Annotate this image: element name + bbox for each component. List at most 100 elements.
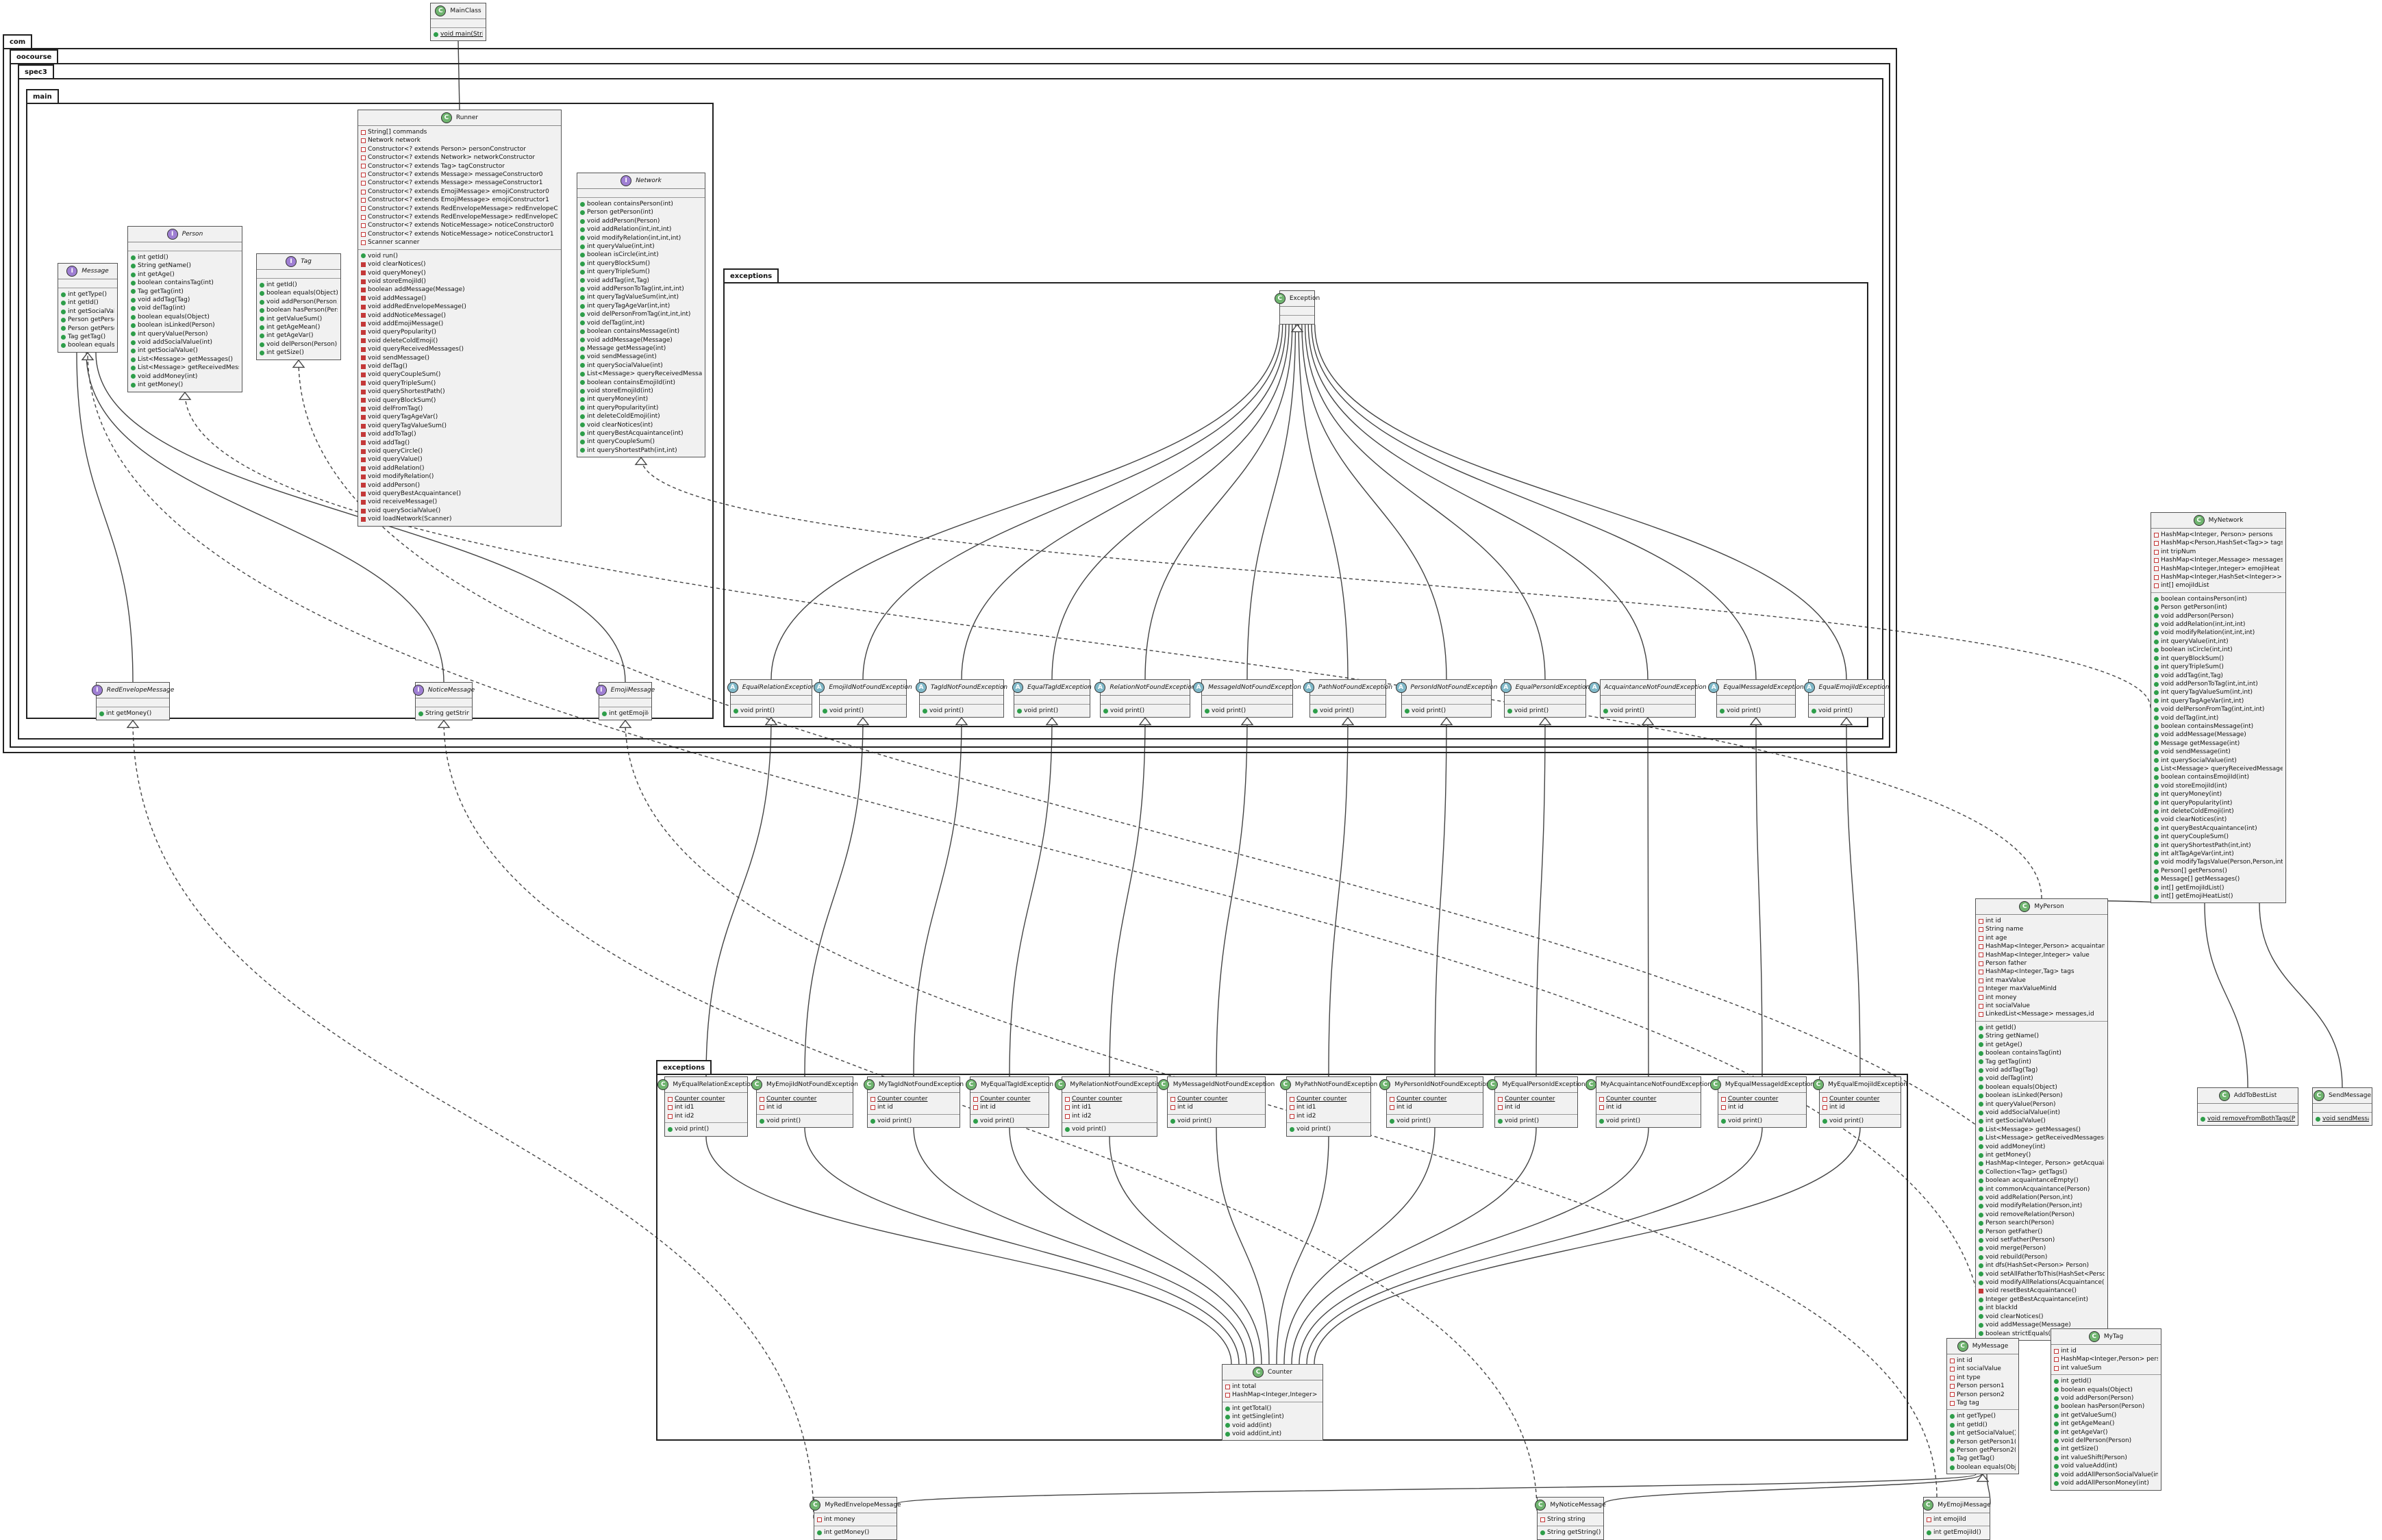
class-tag-id-not-found-exception[interactable]: A TagIdNotFoundException void print() [915,679,1007,718]
class-my-equal-emoji-id-exception[interactable]: C MyEqualEmojiIdException Counter counter i… [1813,1076,1907,1128]
member-signature: Message getMessage(int) [587,344,666,352]
class-my-network[interactable]: C MyNetwork HashMap<Integer, Person> perso… [2151,512,2286,904]
public-visibility-icon [61,309,66,314]
member: void queryMoney() [361,269,558,277]
class-name: MyEqualTagIdException [980,1081,1054,1088]
private-visibility-icon [760,1105,764,1111]
class-message[interactable]: I Message int getType() int getId() int getS… [58,263,118,353]
public-visibility-icon [1225,1406,1230,1411]
public-visibility-icon [260,282,264,288]
class-my-acquaintance-not-found-exception[interactable]: C MyAcquaintanceNotFoundException Counter … [1585,1076,1712,1128]
member-signature: Counter counter [1296,1096,1347,1102]
class-person-id-not-found-exception[interactable]: A PersonIdNotFoundException void print() [1395,679,1497,718]
class-relation-not-found-exception[interactable]: A RelationNotFoundException void print() [1094,679,1196,718]
class-notice-message[interactable]: INoticeMessage String getString() [412,682,475,721]
member: void removeFromBothTags(Person,Person,Ne… [2201,1115,2295,1123]
class-my-person[interactable]: C MyPerson int id String name int age HashMap… [1975,898,2108,1341]
class-acquaintance-not-found-exception[interactable]: A AcquaintanceNotFoundException void print… [1589,679,1707,718]
public-visibility-icon [580,218,585,224]
public-visibility-icon [131,323,136,328]
class-equal-relation-exception[interactable]: A EqualRelationException void print() [727,679,815,718]
member: void addTag(Tag) [1979,1066,2105,1074]
class-counter[interactable]: C Counter int total HashMap<Integer,Integer… [1222,1364,1323,1441]
public-visibility-icon [580,440,585,445]
class-my-message[interactable]: C MyMessage int id int socialValue int type P… [1946,1338,2019,1475]
class-my-message-id-not-found-exception[interactable]: C MyMessageIdNotFoundException Counter cou… [1157,1076,1275,1128]
class-exception[interactable]: C Exception [1274,290,1320,325]
class-name: Network [636,177,662,184]
public-visibility-icon [580,320,585,326]
member-signature: Constructor<? extends NoticeMessage> not… [368,222,554,229]
class-equal-message-id-exception[interactable]: A EqualMessageIdException void print() [1708,679,1804,718]
member-signature: void add(int,int) [1232,1430,1282,1438]
member: void sendMessage(int) [2154,748,2283,756]
class-my-emoji-message[interactable]: C MyEmojiMessage int emojiId int getEmojiId… [1922,1497,1991,1540]
member: boolean hasPerson(Person) [2054,1402,2158,1411]
class-my-equal-relation-exception[interactable]: C MyEqualRelationException Counter counter… [657,1076,755,1137]
class-kind-icon: C [965,1079,977,1090]
methods-section: int getMoney() [97,707,169,720]
member: void delTag() [361,362,558,370]
class-tag[interactable]: I Tag int getId() boolean equals(Object) voi… [256,253,341,360]
member-signature: LinkedList<Message> messages,id [1985,1011,2094,1018]
class-emoji-message[interactable]: IEmojiMessage int getEmojiId() [595,682,655,721]
member-signature: Constructor<? extends Person> personCons… [368,145,527,153]
member: int id [760,1103,850,1111]
private-visibility-icon [1822,1105,1827,1111]
class-my-red-envelope-message[interactable]: C MyRedEnvelopeMessage int money int getMon… [810,1497,901,1540]
member-signature: void addMessage() [368,294,427,302]
member: int getAgeVar() [260,331,338,340]
class-equal-person-id-exception[interactable]: A EqualPersonIdException void print() [1500,679,1590,718]
class-kind-icon: C [1157,1079,1169,1090]
class-my-equal-message-id-exception[interactable]: C MyEqualMessageIdException Counter counte… [1709,1076,1814,1128]
class-name: MyRedEnvelopeMessage [825,1502,901,1509]
class-my-notice-message[interactable]: C MyNoticeMessage String string String getS… [1535,1497,1606,1540]
class-main-class[interactable]: CMainClass void main(String[]) [430,3,486,42]
class-message-id-not-found-exception[interactable]: A MessageIdNotFoundException void print() [1193,679,1301,718]
member-signature: int getMoney() [1985,1151,2031,1159]
class-name: SendMessage [2328,1092,2372,1099]
member: void print() [1170,1117,1262,1125]
class-my-equal-person-id-exception[interactable]: C MyEqualPersonIdException Counter counter… [1487,1076,1585,1128]
class-my-emoji-id-not-found-exception[interactable]: C MyEmojiIdNotFoundException Counter count… [751,1076,858,1128]
member: void print() [1720,707,1792,715]
interface-kind-icon: I [412,685,424,696]
class-network[interactable]: I Network boolean containsPerson(int) Perso… [577,173,705,458]
class-my-equal-tag-id-exception[interactable]: C MyEqualTagIdException Counter counter int… [965,1076,1053,1128]
class-add-to-best-list[interactable]: CAddToBestList void removeFromBothTags(Pe… [2197,1087,2298,1126]
class-name: RelationNotFoundException [1109,684,1196,691]
class-person[interactable]: I Person int getId() String getName() int ge… [127,226,242,392]
member-signature: void addTag() [368,439,410,446]
private-visibility-icon [1950,1358,1955,1363]
member-signature: void delPerson(Person) [2061,1437,2132,1445]
class-path-not-found-exception[interactable]: A PathNotFoundException void print() [1303,679,1392,718]
class-my-person-id-not-found-exception[interactable]: C MyPersonIdNotFoundException Counter coun… [1379,1076,1490,1128]
member: void queryPopularity() [361,328,558,336]
member: List<Message> getReceivedMessages() [1979,1134,2105,1142]
class-my-relation-not-found-exception[interactable]: C MyRelationNotFoundException Counter coun… [1055,1076,1164,1137]
private-visibility-icon [1599,1096,1604,1102]
methods-section: void print() [1014,705,1090,717]
class-my-path-not-found-exception[interactable]: C MyPathNotFoundException Counter counter i… [1279,1076,1377,1137]
class-my-tag[interactable]: CMyTag int id HashMap<Integer,Person> pers… [2051,1328,2161,1491]
public-visibility-icon [1225,1431,1230,1437]
class-name: MyNetwork [2208,517,2244,524]
member: int getId() [1979,1024,2105,1032]
methods-section: int getId() boolean equals(Object) void ad… [2051,1375,2161,1489]
class-equal-tag-id-exception[interactable]: A EqualTagIdException void print() [1012,679,1092,718]
class-header: C SendMessage [2313,1088,2372,1104]
member: boolean acquaintanceEmpty() [1979,1176,2105,1185]
private-visibility-icon [361,147,366,152]
fields-section: int id int socialValue int type Person pers… [1947,1354,2018,1411]
class-red-envelope-message[interactable]: I RedEnvelopeMessage int getMoney() [91,682,174,721]
class-my-tag-id-not-found-exception[interactable]: C MyTagIdNotFoundException Counter counter… [863,1076,964,1128]
class-send-message[interactable]: C SendMessage void sendMessage() [2312,1087,2372,1126]
member-signature: void queryCoupleSum() [368,371,441,379]
class-emoji-id-not-found-exception[interactable]: A EmojiIdNotFoundException void print() [814,679,912,718]
class-runner[interactable]: C Runner String[] commands Network network C… [358,110,562,527]
member-signature: int dfs(HashSet<Person> Person) [1985,1262,2090,1270]
member: int getMoney() [99,709,166,718]
class-equal-emoji-id-exception[interactable]: A EqualEmojiIdException void print() [1803,679,1889,718]
member: int[] emojiIdList [2154,581,2283,590]
member-signature: int getEmojiId() [609,710,649,717]
